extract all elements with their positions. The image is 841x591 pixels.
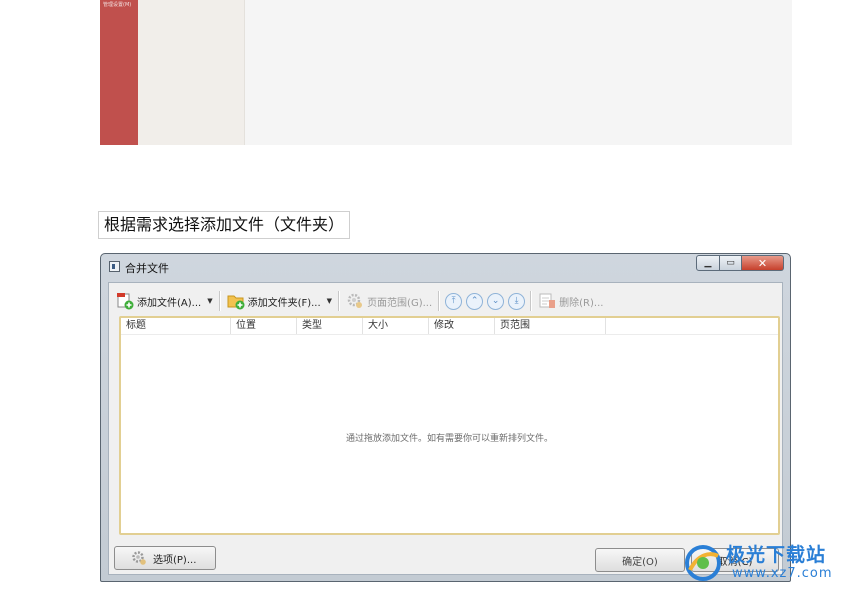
column-header-modified[interactable]: 修改	[429, 318, 495, 334]
watermark-name: 极光下载站	[726, 544, 827, 566]
watermark: 极光下载站 www.xz7.com	[682, 538, 840, 588]
toolbar-separator	[338, 291, 341, 311]
move-up-icon[interactable]: ⌃	[466, 292, 484, 310]
add-folder-button[interactable]: 添加文件夹(F)... ▼	[224, 289, 335, 313]
delete-button[interactable]: 删除(R)...	[535, 289, 606, 313]
ok-label: 确定(O)	[622, 556, 658, 568]
caption: 根据需求选择添加文件（文件夹）	[98, 211, 351, 239]
options-label: 选项(P)...	[153, 554, 197, 566]
options-button[interactable]: 选项(P)...	[114, 546, 216, 570]
close-button[interactable]: ✕	[742, 255, 784, 271]
merge-files-dialog: 合并文件 ▁ ▭ ✕ 添加文件(A)... ▼ 添加文件夹(F)... ▼ 页面…	[100, 253, 791, 582]
toolbar-separator	[530, 291, 533, 311]
dialog-title: 合并文件	[125, 262, 169, 275]
secondary-panel	[138, 0, 245, 145]
move-to-top-icon[interactable]: ⤒	[445, 292, 463, 310]
file-list[interactable]: 标题 位置 类型 大小 修改 页范围 通过拖放添加文件。如有需要你可以重新排列文…	[119, 316, 780, 535]
column-header-page-range[interactable]: 页范围	[495, 318, 606, 334]
add-file-dropdown-icon[interactable]: ▼	[207, 297, 212, 305]
maximize-button[interactable]: ▭	[720, 255, 742, 271]
add-file-button[interactable]: 添加文件(A)... ▼	[113, 289, 216, 313]
add-folder-icon	[227, 292, 245, 310]
add-file-label: 添加文件(A)...	[137, 297, 202, 309]
title-bar: 合并文件 ▁ ▭ ✕	[101, 254, 790, 280]
dialog-body: 添加文件(A)... ▼ 添加文件夹(F)... ▼ 页面范围(G)... ⤒ …	[108, 282, 783, 575]
delete-icon	[538, 292, 556, 310]
delete-label: 删除(R)...	[559, 297, 604, 309]
column-header-type[interactable]: 类型	[297, 318, 363, 334]
sidebar-text: 管理设置(M)	[103, 2, 132, 8]
add-folder-label: 添加文件夹(F)...	[247, 297, 321, 309]
empty-list-hint: 通过拖放添加文件。如有需要你可以重新排列文件。	[345, 434, 553, 444]
move-to-bottom-icon[interactable]: ⤓	[508, 292, 526, 310]
move-down-icon[interactable]: ⌄	[487, 292, 505, 310]
toolbar-separator	[438, 291, 441, 311]
gear-icon	[346, 292, 364, 310]
column-header-size[interactable]: 大小	[363, 318, 429, 334]
add-folder-dropdown-icon[interactable]: ▼	[327, 297, 332, 305]
add-file-icon	[116, 292, 134, 310]
window-controls: ▁ ▭ ✕	[696, 255, 784, 273]
app-icon	[109, 261, 120, 272]
column-header-location[interactable]: 位置	[231, 318, 297, 334]
minimize-button[interactable]: ▁	[696, 255, 720, 271]
column-header-title[interactable]: 标题	[121, 318, 231, 334]
toolbar: 添加文件(A)... ▼ 添加文件夹(F)... ▼ 页面范围(G)... ⤒ …	[113, 287, 778, 315]
options-gear-icon	[131, 550, 147, 566]
watermark-url: www.xz7.com	[732, 566, 833, 581]
sidebar-panel: 管理设置(M)	[100, 0, 138, 145]
page-range-label: 页面范围(G)...	[367, 297, 433, 309]
page-range-button[interactable]: 页面范围(G)...	[343, 289, 435, 313]
toolbar-separator	[218, 291, 221, 311]
watermark-logo-icon	[685, 545, 721, 581]
ok-button[interactable]: 确定(O)	[595, 548, 685, 572]
list-header: 标题 位置 类型 大小 修改 页范围	[121, 318, 778, 335]
top-screenshot: 管理设置(M)	[100, 0, 792, 145]
